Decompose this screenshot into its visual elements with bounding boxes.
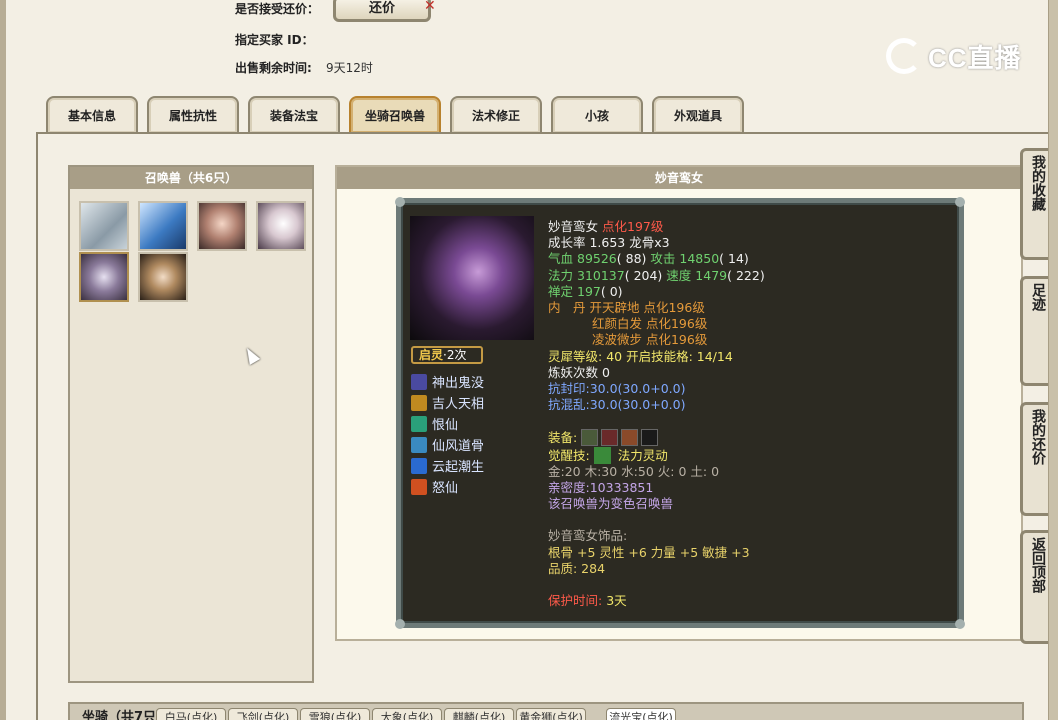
summon-thumb-polar-bear[interactable] [79, 201, 129, 251]
remaining-label: 出售剩余时间: [235, 61, 312, 75]
tab-mounts-summons[interactable]: 坐骑召唤兽 [349, 96, 441, 133]
buyer-id-label: 指定买家 ID： [235, 33, 314, 47]
tab-spell-mods[interactable]: 法术修正 [450, 96, 542, 133]
mount-tab[interactable]: 大象(点化) [372, 708, 442, 720]
skill-item[interactable]: 吉人天相 [411, 392, 484, 413]
tab-appearance[interactable]: 外观道具 [652, 96, 744, 133]
summon-thumb-white-fox[interactable] [256, 201, 306, 251]
summon-detail-title: 妙音鸾女 [337, 167, 1021, 189]
summon-list-title: 召唤兽（共6只） [70, 167, 312, 189]
card-corner [955, 619, 965, 629]
intimacy-line: 亲密度:10333851 [548, 480, 654, 496]
mount-tab[interactable]: 雪狼(点化) [300, 708, 370, 720]
skill-item[interactable]: 仙风道骨 [411, 434, 484, 455]
remaining-row: 出售剩余时间: 9天12时 [235, 59, 373, 76]
info-tabs: 基本信息 属性抗性 装备法宝 坐骑召唤兽 法术修正 小孩 外观道具 [46, 96, 753, 133]
summon-thumb-miaoyin-selected[interactable] [79, 252, 129, 302]
mount-tab[interactable]: 黄金狮(点化) [516, 708, 586, 720]
lianyao-line: 炼妖次数 0 [548, 364, 610, 380]
summon-portrait [410, 216, 534, 340]
mount-tab[interactable]: 麒麟(点化) [444, 708, 514, 720]
skill-item[interactable]: 云起潮生 [411, 455, 484, 476]
logo-text: CC直播 [928, 42, 1022, 73]
qiling-count: ·2次 [443, 348, 467, 362]
name-line: 妙音鸾女 点化197级 [548, 219, 664, 234]
equip-collar-icon[interactable] [641, 429, 659, 447]
skill-item[interactable]: 怒仙 [411, 476, 484, 497]
page: 是否接受还价： 还价 ✕ 指定买家 ID： 出售剩余时间: 9天12时 CC直播… [0, 0, 1058, 720]
cc-live-logo: CC直播 [886, 36, 1026, 76]
summon-list-panel: 召唤兽（共6只） [68, 165, 314, 683]
counter-offer-button[interactable]: 还价 [333, 0, 431, 22]
growth-line: 成长率 1.653 龙骨x3 [548, 235, 670, 251]
card-corner [395, 197, 405, 207]
cc-logo-icon [886, 38, 922, 74]
card-corner [395, 619, 405, 629]
tab-attributes[interactable]: 属性抗性 [147, 96, 239, 133]
neidan-line-1: 内 丹 开天辟地 点化196级 [548, 300, 705, 316]
accept-counter-label: 是否接受还价： [235, 2, 320, 16]
equip-line: 装备: [548, 429, 765, 447]
remaining-value: 9天12时 [326, 61, 373, 75]
skill-list: 神出鬼没 吉人天相 恨仙 仙风道骨 云起潮生 怒仙 [411, 371, 484, 497]
tab-basic-info[interactable]: 基本信息 [46, 96, 138, 133]
tab-equipment[interactable]: 装备法宝 [248, 96, 340, 133]
ornament-attrs: 根骨 +5 灵性 +6 力量 +5 敏捷 +3 [548, 544, 750, 560]
accept-counter-row: 是否接受还价： [235, 0, 319, 17]
summon-thumb-maiden[interactable] [197, 201, 247, 251]
rage-immortal-skill-icon [411, 478, 427, 495]
mount-tab[interactable]: 流光宝(点化) [606, 708, 676, 720]
summon-thumb-child[interactable] [138, 252, 188, 302]
scrollbar[interactable] [1048, 0, 1058, 720]
hate-immortal-skill-icon [411, 415, 427, 432]
left-border [0, 0, 6, 720]
kanghun-line: 抗混乱:30.0(30.0+0.0) [548, 397, 686, 413]
mount-tab[interactable]: 白马(点化) [156, 708, 226, 720]
mount-tab[interactable]: 飞剑(点化) [228, 708, 298, 720]
shadow-skill-icon [411, 373, 427, 390]
equip-armor-icon[interactable] [621, 429, 639, 447]
close-icon[interactable]: ✕ [424, 0, 436, 14]
card-corner [955, 197, 965, 207]
mp-spd-line: 法力 310137( 204) 速度 1479( 222) [548, 267, 765, 283]
summon-stats: 妙音鸾女 点化197级 成长率 1.653 龙骨x3 气血 89526( 88)… [548, 219, 765, 609]
buyer-id-row: 指定买家 ID： [235, 31, 314, 48]
variant-line: 该召唤兽为变色召唤兽 [548, 496, 674, 512]
qiling-badge: 启灵·2次 [411, 346, 483, 364]
juexing-line: 觉醒技: 法力灵动 [548, 446, 668, 464]
awaken-skill-icon[interactable] [593, 446, 611, 464]
mounts-bar: 坐骑（共7只） 白马(点化) 飞剑(点化) 雪狼(点化) 大象(点化) 麒麟(点… [68, 702, 1024, 720]
elements-line: 金:20 木:30 水:50 火: 0 土: 0 [548, 463, 720, 479]
equip-amulet-icon[interactable] [601, 429, 619, 447]
protect-line: 保护时间: 3天 [548, 593, 627, 609]
summon-thumb-ice[interactable] [138, 201, 188, 251]
quality-line: 品质: 284 [548, 560, 606, 576]
immortal-wind-skill-icon [411, 436, 427, 453]
kangfeng-line: 抗封印:30.0(30.0+0.0) [548, 381, 686, 397]
lingxi-line: 灵犀等级: 40 开启技能格: 14/14 [548, 348, 733, 364]
equip-ring-icon[interactable] [581, 429, 599, 447]
cloud-tide-skill-icon [411, 457, 427, 474]
fortune-skill-icon [411, 394, 427, 411]
skill-item[interactable]: 神出鬼没 [411, 371, 484, 392]
chanding-line: 禅定 197( 0) [548, 283, 623, 299]
neidan-line-3: 凌波微步 点化196级 [592, 332, 708, 348]
qiling-label: 启灵 [419, 348, 444, 362]
skill-item[interactable]: 恨仙 [411, 413, 484, 434]
ornament-title: 妙音鸾女饰品: [548, 528, 628, 544]
hp-atk-line: 气血 89526( 88) 攻击 14850( 14) [548, 251, 749, 267]
tab-child[interactable]: 小孩 [551, 96, 643, 133]
neidan-line-2: 红颜白发 点化196级 [592, 316, 708, 332]
